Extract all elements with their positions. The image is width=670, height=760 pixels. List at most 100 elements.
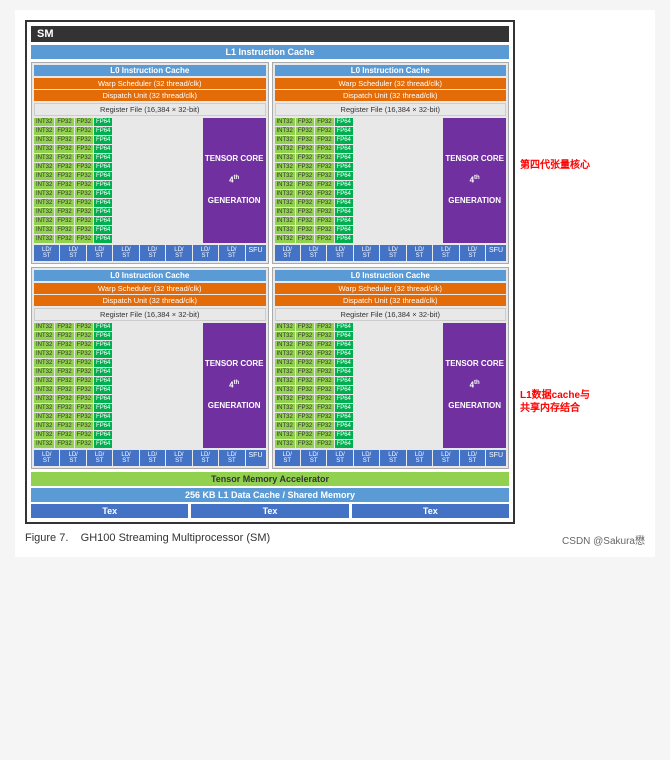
caption-left: Figure 7. GH100 Streaming Multiprocessor… (25, 532, 270, 547)
core-cell: FP32 (75, 136, 93, 144)
tex-2: Tex (191, 504, 348, 518)
quadrant-1: L0 Instruction Cache Warp Scheduler (32 … (31, 62, 269, 264)
ld-st: LD/ST (301, 450, 326, 466)
core-cell: INT32 (34, 359, 54, 367)
core-cell: INT32 (34, 208, 54, 216)
core-cell: INT32 (275, 163, 295, 171)
core-cell: INT32 (34, 422, 54, 430)
core-cell: FP32 (315, 181, 333, 189)
core-cell: FP32 (75, 404, 93, 412)
core-cell: FP32 (55, 235, 73, 243)
figure-title: GH100 Streaming Multiprocessor (SM) (81, 532, 271, 544)
quadrant-3: L0 Instruction Cache Warp Scheduler (32 … (31, 267, 269, 469)
q4-dispatch: Dispatch Unit (32 thread/clk) (275, 295, 507, 306)
core-cell: INT32 (34, 332, 54, 340)
core-cell: FP64 (94, 404, 112, 412)
core-cell: FP64 (94, 127, 112, 135)
core-cell: INT32 (275, 422, 295, 430)
core-cell: FP64 (335, 127, 353, 135)
core-cell: INT32 (275, 368, 295, 376)
core-cell: FP32 (55, 332, 73, 340)
core-cell: FP64 (94, 323, 112, 331)
core-cell: INT32 (275, 199, 295, 207)
core-cell: INT32 (34, 199, 54, 207)
core-cell: FP32 (296, 350, 314, 358)
core-cell: INT32 (34, 413, 54, 421)
core-cell: INT32 (275, 136, 295, 144)
core-cell: FP32 (55, 199, 73, 207)
core-cell: FP32 (315, 431, 333, 439)
quadrant-4: L0 Instruction Cache Warp Scheduler (32 … (272, 267, 510, 469)
core-cell: FP32 (55, 118, 73, 126)
q3-int-fp: INT32 INT32 INT32 INT32 INT32 INT32 INT3… (34, 323, 202, 448)
ld-st: LD/ST (140, 245, 165, 261)
core-cell: FP32 (75, 413, 93, 421)
core-cell: FP32 (315, 413, 333, 421)
core-cell: FP32 (55, 127, 73, 135)
q2-tensor-label: TENSOR CORE4thGENERATION (443, 118, 506, 243)
core-cell: INT32 (275, 217, 295, 225)
core-cell: FP32 (296, 440, 314, 448)
annotation-tensor-core: 第四代张量核心 (520, 159, 640, 172)
q3-warp: Warp Scheduler (32 thread/clk) (34, 283, 266, 294)
core-cell: INT32 (275, 323, 295, 331)
core-cell: FP32 (296, 127, 314, 135)
core-cell: FP32 (75, 431, 93, 439)
ld-st: LD/ST (60, 450, 85, 466)
core-cell: FP32 (296, 323, 314, 331)
core-cell: FP64 (94, 341, 112, 349)
q3-fp32-col1: FP32 FP32 FP32 FP32 FP32 FP32 FP32 FP32 … (55, 323, 73, 448)
ld-st: LD/ST (219, 450, 244, 466)
core-cell: FP32 (55, 359, 73, 367)
q3-dispatch: Dispatch Unit (32 thread/clk) (34, 295, 266, 306)
core-cell: FP32 (315, 208, 333, 216)
q2-int-fp: INT32 INT32 INT32 INT32 INT32 INT32 INT3… (275, 118, 443, 243)
core-cell: FP64 (335, 350, 353, 358)
core-cell: FP32 (55, 208, 73, 216)
core-cell: FP32 (55, 386, 73, 394)
q4-int32-col: INT32 INT32 INT32 INT32 INT32 INT32 INT3… (275, 323, 295, 448)
ld-st: LD/ST (301, 245, 326, 261)
core-cell: FP32 (55, 413, 73, 421)
core-cell: FP64 (94, 422, 112, 430)
core-cell: FP32 (75, 377, 93, 385)
ld-st: LD/ST (460, 450, 485, 466)
core-cell: INT32 (34, 235, 54, 243)
q2-l0: L0 Instruction Cache (275, 65, 507, 76)
core-cell: FP32 (315, 145, 333, 153)
q4-fp64-col: FP64 FP64 FP64 FP64 FP64 FP64 FP64 FP64 … (335, 323, 353, 448)
core-cell: FP32 (296, 368, 314, 376)
core-cell: INT32 (275, 181, 295, 189)
ld-st: LD/ST (354, 245, 379, 261)
core-cell: INT32 (275, 332, 295, 340)
ld-st: LD/ST (193, 245, 218, 261)
core-cell: FP32 (75, 127, 93, 135)
core-cell: FP32 (75, 359, 93, 367)
core-cell: FP64 (94, 136, 112, 144)
q1-fp64-col: FP64 FP64 FP64 FP64 FP64 FP64 FP64 FP64 … (94, 118, 112, 243)
core-cell: FP64 (94, 431, 112, 439)
core-cell: FP32 (315, 118, 333, 126)
core-cell: FP32 (296, 404, 314, 412)
core-cell: FP32 (55, 377, 73, 385)
q2-fp32-col1: FP32 FP32 FP32 FP32 FP32 FP32 FP32 FP32 … (296, 118, 314, 243)
core-cell: FP64 (335, 341, 353, 349)
core-cell: INT32 (275, 145, 295, 153)
core-cell: FP32 (315, 190, 333, 198)
core-cell: FP64 (335, 235, 353, 243)
core-cell: FP64 (94, 154, 112, 162)
core-cell: INT32 (34, 127, 54, 135)
ld-st: LD/ST (433, 245, 458, 261)
core-cell: FP64 (94, 440, 112, 448)
core-cell: FP64 (94, 172, 112, 180)
sfu: SFU (246, 245, 266, 261)
core-cell: INT32 (34, 440, 54, 448)
core-cell: FP64 (335, 163, 353, 171)
core-cell: INT32 (275, 386, 295, 394)
core-cell: INT32 (34, 172, 54, 180)
ld-st: LD/ST (113, 245, 138, 261)
core-cell: FP32 (75, 395, 93, 403)
ld-st: LD/ST (380, 245, 405, 261)
q1-fp32-col2: FP32 FP32 FP32 FP32 FP32 FP32 FP32 FP32 … (75, 118, 93, 243)
q2-fp32-col2: FP32 FP32 FP32 FP32 FP32 FP32 FP32 FP32 … (315, 118, 333, 243)
